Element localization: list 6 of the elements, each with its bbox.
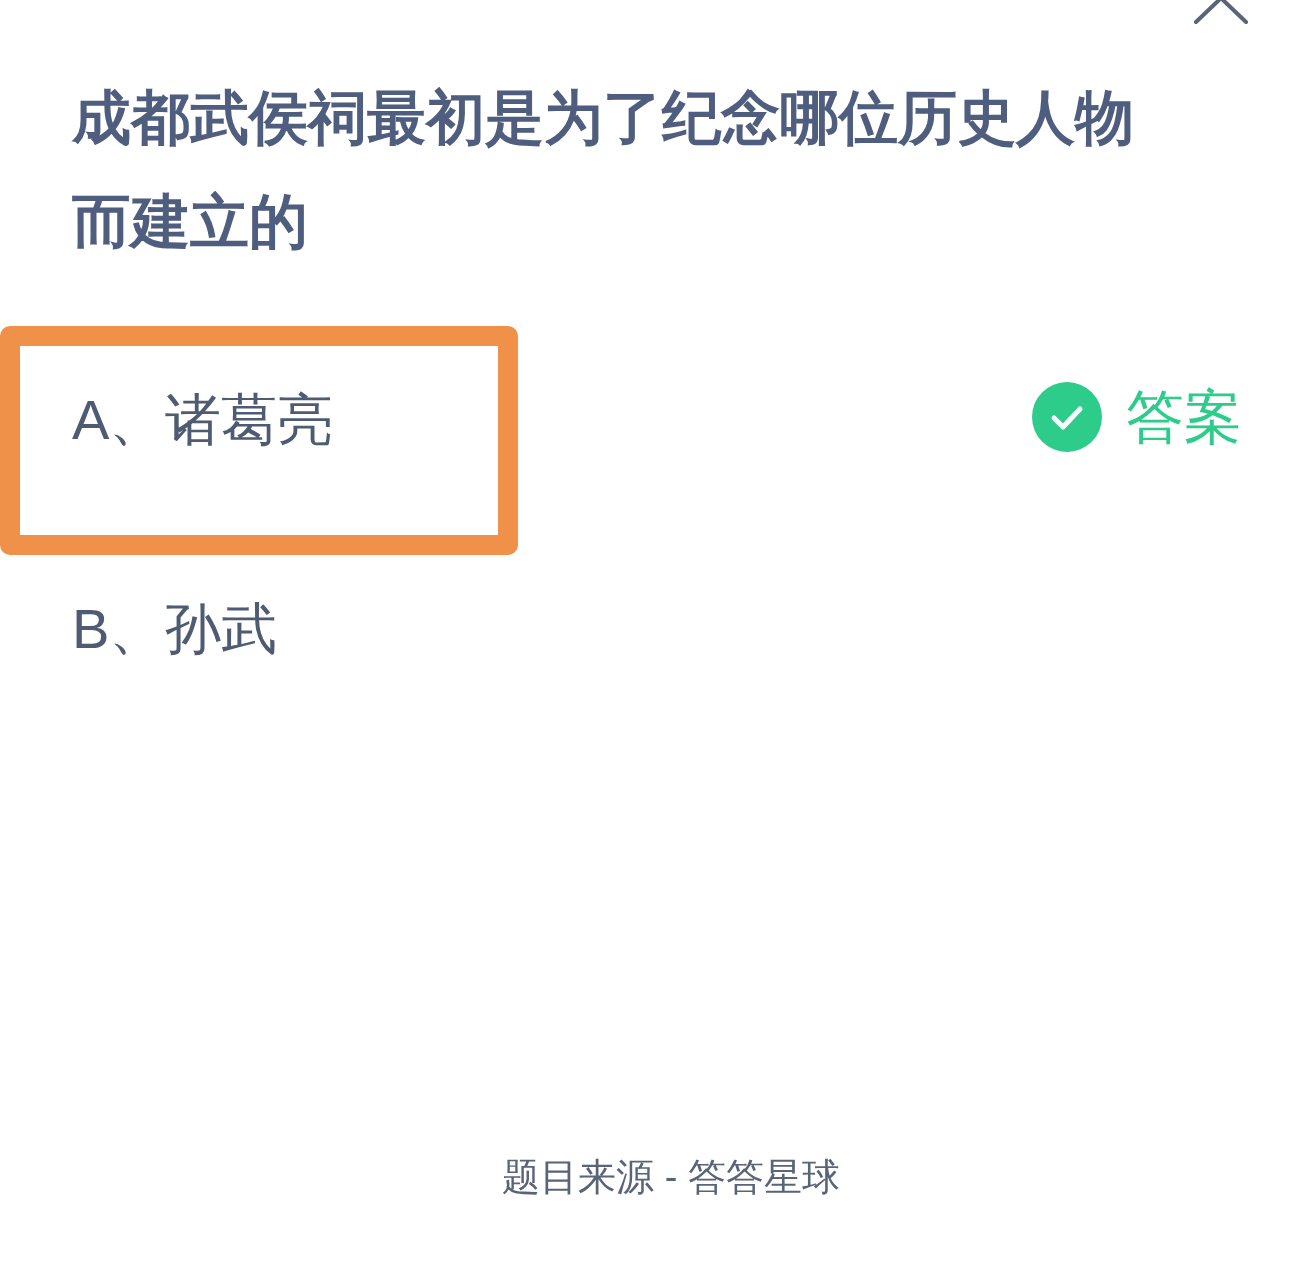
question-text: 成都武侯祠最初是为了纪念哪位历史人物而建立的 (72, 84, 1135, 257)
answer-label: 答案 (1126, 383, 1242, 451)
close-icon[interactable] (1194, 0, 1248, 24)
source-text: 题目来源 - 答答星球 (502, 1155, 840, 1200)
option-text[interactable]: B、孙武 (72, 597, 278, 660)
option-text[interactable]: A、诸葛亮 (72, 388, 334, 451)
